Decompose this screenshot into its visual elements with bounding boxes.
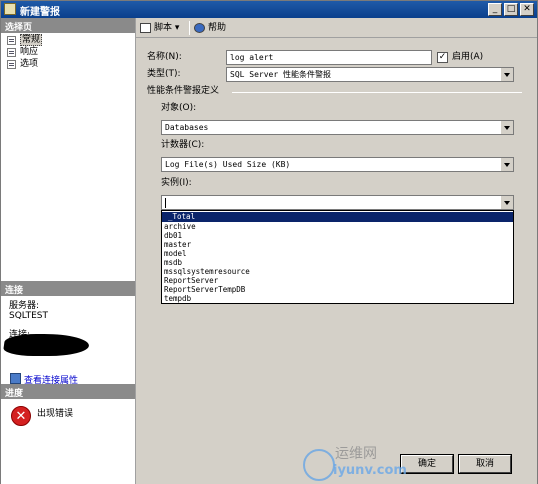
- server-label: 服务器:: [9, 301, 40, 311]
- watermark-url: iyunv.com: [333, 463, 407, 478]
- script-button[interactable]: 脚本 ▾: [140, 21, 179, 35]
- nav-item-response[interactable]: 响应: [7, 47, 38, 58]
- watermark-logo-icon: [303, 449, 335, 481]
- counter-value: Log File(s) Used Size (KB): [165, 160, 291, 169]
- connection-header: 连接: [1, 281, 135, 296]
- type-value: SQL Server 性能条件警报: [230, 70, 331, 79]
- redacted-scribble: [2, 334, 91, 356]
- chevron-down-icon[interactable]: [500, 158, 513, 171]
- page-icon: [7, 60, 16, 69]
- enabled-label: 启用(A): [452, 52, 484, 62]
- list-item[interactable]: _Total: [162, 212, 513, 222]
- app-icon: [4, 3, 16, 15]
- counter-select[interactable]: Log File(s) Used Size (KB): [161, 157, 514, 172]
- counter-label: 计数器(C):: [161, 140, 205, 150]
- instance-select[interactable]: [161, 195, 514, 210]
- maximize-button[interactable]: □: [504, 3, 518, 16]
- progress-status: 出现错误: [37, 409, 74, 419]
- nav-item-options[interactable]: 选项: [7, 59, 38, 70]
- object-select[interactable]: Databases: [161, 120, 514, 135]
- help-icon: [194, 23, 205, 33]
- page-icon: [7, 36, 16, 45]
- group-title: 性能条件警报定义: [147, 86, 220, 96]
- chevron-down-icon[interactable]: [500, 196, 513, 209]
- new-alert-dialog: 新建警报 _ □ ✕ 选择页 常规 响应 选项 连接 服务器: SQLTEST …: [0, 0, 538, 484]
- instance-dropdown-list[interactable]: _Total archive db01 master model msdb ms…: [161, 210, 514, 304]
- toolbar: 脚本 ▾ 帮助: [136, 18, 537, 38]
- properties-icon: [10, 373, 21, 384]
- help-button[interactable]: 帮助: [194, 21, 226, 35]
- list-item[interactable]: tempdb: [162, 294, 513, 304]
- chevron-down-icon[interactable]: [500, 121, 513, 134]
- server-value: SQLTEST: [9, 311, 48, 321]
- name-field[interactable]: log alert: [226, 50, 432, 65]
- object-value: Databases: [165, 123, 209, 132]
- script-icon: [140, 23, 151, 33]
- page-icon: [7, 48, 16, 57]
- instance-label: 实例(I):: [161, 178, 192, 188]
- type-select[interactable]: SQL Server 性能条件警报: [226, 67, 514, 82]
- watermark: 运维网 iyunv.com: [301, 441, 407, 484]
- window-title: 新建警报: [20, 7, 60, 18]
- ok-button[interactable]: 确定: [400, 454, 454, 474]
- title-bar[interactable]: 新建警报 _ □ ✕: [1, 1, 537, 18]
- nav-item-label: 响应: [20, 47, 39, 57]
- name-label: 名称(N):: [147, 52, 182, 62]
- nav-item-general[interactable]: 常规: [7, 34, 43, 46]
- general-page: 名称(N): log alert ✓ 启用(A) 类型(T): SQL Serv…: [136, 38, 537, 445]
- error-icon: ✕: [11, 406, 31, 426]
- close-button[interactable]: ✕: [520, 3, 534, 16]
- nav-item-label: 常规: [20, 34, 43, 46]
- enabled-checkbox[interactable]: ✓: [437, 52, 448, 63]
- minimize-button[interactable]: _: [488, 3, 502, 16]
- object-label: 对象(O):: [161, 103, 197, 113]
- group-divider: [232, 92, 522, 93]
- toolbar-separator: [189, 21, 190, 35]
- cancel-button[interactable]: 取消: [458, 454, 512, 474]
- progress-header: 进度: [1, 384, 135, 399]
- script-label: 脚本 ▾: [154, 23, 180, 33]
- nav-item-label: 选项: [20, 59, 39, 69]
- chevron-down-icon[interactable]: [500, 68, 513, 81]
- help-label: 帮助: [208, 23, 227, 33]
- text-caret: [165, 197, 166, 208]
- select-page-header: 选择页: [1, 18, 135, 33]
- watermark-text: 运维网: [335, 446, 377, 462]
- type-label: 类型(T):: [147, 69, 181, 79]
